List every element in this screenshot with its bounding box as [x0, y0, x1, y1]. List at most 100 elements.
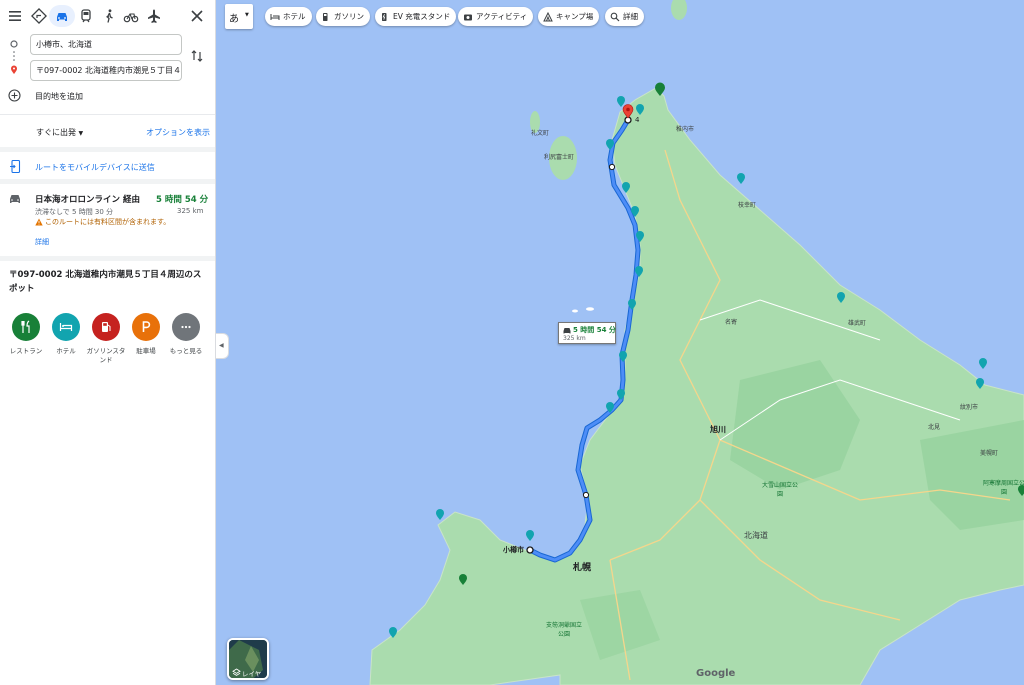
hotel-icon	[270, 13, 280, 20]
omu-label: 雄武町	[848, 320, 867, 327]
destination-number: 4	[635, 116, 640, 124]
warning-icon	[35, 218, 43, 226]
restaurant-button[interactable]	[12, 313, 40, 341]
route-label-distance: 325 km	[563, 335, 586, 342]
menu-icon[interactable]	[4, 5, 26, 27]
language-button[interactable]: あ ▼	[225, 4, 253, 29]
restaurant-icon	[21, 320, 30, 333]
rishiri-label: 利尻富士町	[544, 154, 575, 161]
hotel-button[interactable]	[52, 313, 80, 341]
more-button[interactable]	[172, 313, 200, 341]
directions-icon[interactable]	[28, 5, 50, 27]
chip-gas-label: ガソリン	[334, 12, 364, 21]
gas-station-icon	[102, 322, 111, 332]
chip-camp-label: キャンプ場	[556, 12, 594, 21]
rebun-label: 礼文町	[531, 130, 550, 137]
depart-selector[interactable]: すぐに出発 ▼	[36, 127, 83, 138]
divider	[0, 114, 215, 115]
shikotsu-label: 支笏洞爺国立公園	[545, 622, 582, 638]
bihoro-label: 美幌町	[980, 450, 999, 457]
ev-charger-icon	[382, 12, 387, 21]
walk-icon[interactable]	[98, 5, 120, 27]
chip-camp[interactable]: キャンプ場	[538, 7, 600, 26]
parking-label: 駐車場	[136, 347, 156, 355]
more-label: もっと見る	[169, 347, 203, 355]
add-destination-icon[interactable]	[8, 89, 21, 102]
parking-button[interactable]	[132, 313, 160, 341]
origin-input[interactable]: 小樽市、北海道	[30, 34, 182, 55]
collapse-panel-button[interactable]: ◀	[216, 333, 229, 359]
chip-more-label: 詳細	[623, 12, 638, 21]
map-canvas[interactable]: 小樽市 札幌 旭川 北海道 大雪山国立公園 阿寒摩周国立公園 支笏洞爺国立公園 …	[216, 0, 1024, 685]
camp-icon	[543, 11, 553, 21]
nearby-title: 〒097-0002 北海道稚内市潮見５丁目４周辺のスポット	[9, 270, 202, 294]
add-destination-link[interactable]: 目的地を追加	[35, 91, 83, 102]
route-label-duration: 5 時間 54 分	[573, 326, 616, 334]
chip-gas[interactable]: ガソリン	[316, 7, 370, 26]
send-to-phone-icon	[10, 160, 21, 173]
swap-icon[interactable]	[190, 49, 204, 63]
layers-button[interactable]: レイヤ	[227, 638, 269, 680]
hokkaido-label: 北海道	[744, 531, 768, 540]
more-icon	[181, 325, 191, 329]
chip-activity[interactable]: アクティビティ	[458, 7, 534, 26]
route-duration: 5 時間 54 分	[156, 195, 209, 205]
gas-station-label: ガソリンスタンド	[86, 347, 126, 364]
nayoro-label: 名寄	[725, 319, 738, 326]
gas-station-button[interactable]	[92, 313, 120, 341]
car-icon[interactable]	[49, 5, 75, 27]
details-link[interactable]: 詳細	[35, 237, 49, 247]
chevron-down-icon: ▼	[78, 130, 84, 137]
close-icon[interactable]	[186, 5, 208, 27]
plane-icon[interactable]	[143, 5, 165, 27]
wakkanai-label: 稚内市	[676, 126, 695, 133]
depart-label: すぐに出発	[36, 128, 76, 137]
chip-hotel-label: ホテル	[283, 12, 306, 21]
layers-icon	[232, 668, 241, 676]
akan-label: 阿寒摩周国立公園	[982, 480, 1024, 496]
chip-ev-label: EV 充電スタンド	[393, 12, 451, 21]
route-distance: 325 km	[177, 207, 204, 215]
kitami-label: 北見	[928, 424, 941, 431]
options-link[interactable]: オプションを表示	[146, 127, 210, 138]
toll-warning: このルートには有料区間が含まれます。	[45, 218, 171, 226]
route-label-box[interactable]: 5 時間 54 分 325 km	[558, 322, 616, 344]
otaru-label: 小樽市	[503, 546, 524, 554]
map-base	[369, 0, 1024, 685]
route-card[interactable]: 日本海オロロンライン 経由 5 時間 54 分 渋滞なしで 5 時間 30 分 …	[0, 184, 215, 254]
chevron-down-icon: ▼	[245, 12, 249, 18]
layers-label: レイヤ	[242, 670, 262, 678]
sapporo-label: 札幌	[573, 563, 592, 573]
send-to-mobile-link[interactable]: ルートをモバイルデバイスに送信	[35, 162, 155, 173]
section-separator	[0, 147, 215, 152]
google-logo: Google	[696, 668, 736, 679]
hotel-icon	[59, 323, 73, 331]
search-icon	[610, 12, 620, 21]
language-label: あ	[229, 14, 239, 25]
traffic-note: 渋滞なしで 5 時間 30 分	[35, 208, 114, 216]
gas-icon	[323, 12, 328, 21]
restaurant-label: レストラン	[9, 347, 43, 355]
bike-icon[interactable]	[120, 5, 142, 27]
travel-mode-bar	[0, 0, 215, 32]
route-name: 日本海オロロンライン 経由	[35, 195, 140, 205]
train-icon[interactable]	[75, 5, 97, 27]
section-separator	[0, 256, 215, 261]
chip-hotel[interactable]: ホテル	[265, 7, 312, 26]
route-dots-icon	[10, 40, 18, 74]
hotel-label: ホテル	[56, 347, 76, 355]
chevron-left-icon: ◀	[219, 342, 224, 349]
parking-icon	[142, 321, 151, 332]
esashi-label: 枝幸町	[738, 202, 757, 209]
chip-more[interactable]: 詳細	[605, 7, 644, 26]
asahikawa-label: 旭川	[710, 425, 726, 434]
chip-ev[interactable]: EV 充電スタンド	[375, 7, 457, 26]
monbetsu-label: 紋別市	[960, 404, 979, 411]
destination-input[interactable]: 〒097-0002 北海道稚内市潮見５丁目４	[30, 60, 182, 81]
daisetsuzan-label: 大雪山国立公園	[761, 482, 798, 498]
directions-panel: 小樽市、北海道 〒097-0002 北海道稚内市潮見５丁目４ 目的地を追加 すぐ…	[0, 0, 216, 685]
camera-icon	[464, 14, 472, 20]
chip-activity-label: アクティビティ	[476, 12, 528, 21]
car-icon	[10, 195, 20, 203]
car-icon	[563, 328, 571, 334]
